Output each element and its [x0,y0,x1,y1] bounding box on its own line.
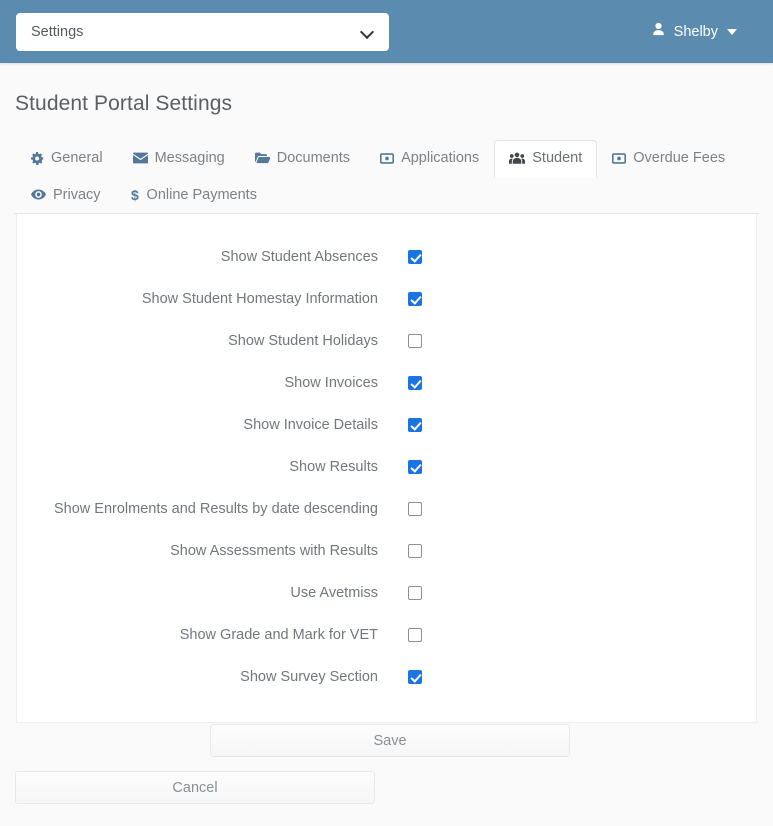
setting-label: Show Student Holidays [228,333,378,349]
user-icon [651,22,666,41]
setting-control [378,376,422,390]
setting-control [378,460,422,474]
setting-checkbox[interactable] [408,544,422,558]
tab-label: Messaging [154,150,225,166]
dollar-icon: $ [131,188,140,202]
tab-label: Privacy [53,186,101,203]
setting-label: Use Avetmiss [290,585,378,601]
setting-row: Show Student Homestay Information [17,278,756,320]
users-icon [509,152,526,165]
setting-control [378,334,422,348]
setting-row: Show Assessments with Results [17,530,756,572]
money-bill-icon [380,153,395,164]
setting-control [378,292,422,306]
tab-overdue-fees[interactable]: Overdue Fees [597,140,740,178]
setting-checkbox[interactable] [408,502,422,516]
setting-checkbox[interactable] [408,628,422,642]
setting-row: Show Student Absences [17,236,756,278]
setting-row: Show Enrolments and Results by date desc… [17,488,756,530]
setting-label: Show Student Absences [220,249,378,265]
settings-tabs: General Messaging Documents Applications Stu… [14,140,759,214]
money-bill-icon [612,153,627,164]
envelope-icon [132,152,148,164]
setting-label: Show Enrolments and Results by date desc… [53,501,378,517]
cancel-button[interactable]: Cancel [15,771,375,804]
setting-label: Show Survey Section [240,669,378,685]
gear-icon [31,151,44,165]
setting-label: Show Results [289,459,378,475]
setting-checkbox[interactable] [408,670,422,684]
setting-row: Show Invoices [17,362,756,404]
setting-control [378,250,422,264]
tab-label: Documents [276,150,351,166]
tab-label: General [51,150,103,166]
tab-label: Student [532,150,583,166]
setting-control [378,586,422,600]
folder-icon [254,152,270,164]
setting-label: Show Grade and Mark for VET [179,627,378,643]
setting-control [378,502,422,516]
chevron-down-icon [362,26,374,38]
settings-nav-select[interactable]: Settings [16,12,389,51]
tab-general[interactable]: General [16,140,118,178]
setting-label: Show Invoice Details [243,417,378,433]
setting-row: Show Student Holidays [17,320,756,362]
setting-checkbox[interactable] [408,334,422,348]
setting-checkbox[interactable] [408,460,422,474]
tab-online-payments[interactable]: $ Online Payments [116,177,272,215]
svg-text:$: $ [131,188,139,202]
page-container: Student Portal Settings General Messaging… [0,92,773,214]
setting-row: Show Results [17,446,756,488]
save-button[interactable]: Save [210,724,570,757]
tab-messaging[interactable]: Messaging [118,140,240,178]
student-settings-panel: Show Student Absences Show Student Homest… [16,214,757,723]
caret-down-icon [727,28,737,35]
setting-label: Show Invoices [284,375,379,391]
tab-applications[interactable]: Applications [365,140,494,178]
setting-checkbox[interactable] [408,250,422,264]
setting-row: Show Invoice Details [17,404,756,446]
setting-label: Show Assessments with Results [170,543,378,559]
top-navigation-bar: Settings Shelby [0,0,773,63]
user-menu[interactable]: Shelby [651,22,757,41]
setting-control [378,418,422,432]
tab-privacy[interactable]: Privacy [16,177,116,215]
setting-checkbox[interactable] [408,418,422,432]
page-title: Student Portal Settings [15,92,233,115]
eye-icon [31,189,46,200]
tab-documents[interactable]: Documents [240,140,365,178]
tab-label: Overdue Fees [633,150,726,166]
setting-checkbox[interactable] [408,292,422,306]
setting-row: Use Avetmiss [17,572,756,614]
settings-nav-select-value: Settings [31,23,84,40]
setting-checkbox[interactable] [408,376,422,390]
setting-control [378,544,422,558]
setting-control [378,628,422,642]
tab-student[interactable]: Student [494,140,598,178]
setting-row: Show Survey Section [17,656,756,698]
setting-row: Show Grade and Mark for VET [17,614,756,656]
user-menu-label: Shelby [673,23,718,40]
setting-control [378,670,422,684]
setting-checkbox[interactable] [408,586,422,600]
tab-label: Online Payments [146,186,257,203]
setting-label: Show Student Homestay Information [141,291,378,307]
tab-label: Applications [401,150,480,166]
